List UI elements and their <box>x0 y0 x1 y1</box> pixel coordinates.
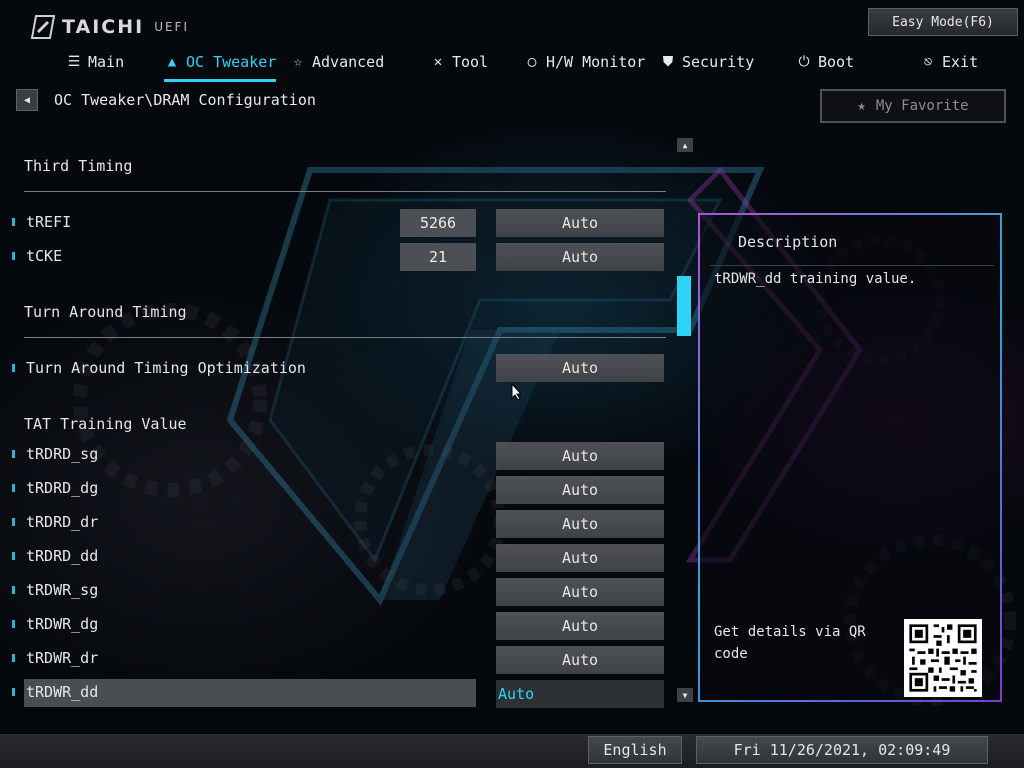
cursor-arrow-icon <box>511 382 523 401</box>
setting-label-text: tRDRD_dr <box>26 513 99 531</box>
setting-label-text: tCKE <box>26 247 63 265</box>
bullet-icon <box>12 218 15 226</box>
bullet-icon <box>12 620 15 628</box>
bullet-icon <box>12 450 15 458</box>
bullet-icon <box>12 484 15 492</box>
section-third-timing: Third Timing <box>24 157 133 175</box>
qr-caption: Get details via QR code <box>714 624 866 662</box>
bullet-icon <box>12 586 15 594</box>
setting-label-tcke: tCKE <box>10 244 62 268</box>
trdrd-dg-select[interactable]: Auto <box>496 476 664 504</box>
trdrd-dd-select[interactable]: Auto <box>496 544 664 572</box>
tab-boot[interactable]: ⏻ Boot <box>796 48 854 76</box>
setting-label-trdrd-sg: tRDRD_sg <box>10 442 98 466</box>
language-button[interactable]: English <box>588 736 682 764</box>
description-text: tRDWR_dd training value. <box>714 271 917 287</box>
section-tat-training-value: TAT Training Value <box>24 415 187 433</box>
trdwr-dg-select[interactable]: Auto <box>496 612 664 640</box>
setting-label-text: tRDRD_dd <box>26 547 99 565</box>
tab-exit-label: Exit <box>942 53 979 71</box>
trdwr-sg-select[interactable]: Auto <box>496 578 664 606</box>
setting-label-trdwr-dd: tRDWR_dd <box>10 680 98 704</box>
tab-exit[interactable]: ⎋ Exit <box>920 48 978 76</box>
my-favorite-label: My Favorite <box>875 98 969 114</box>
section-divider <box>24 337 666 338</box>
bullet-icon <box>12 518 15 526</box>
qr-code-graphic <box>904 619 982 697</box>
settings-list: Third Timing tREFI 5266 Auto tCKE 21 Aut… <box>0 0 700 730</box>
trdrd-sg-select[interactable]: Auto <box>496 442 664 470</box>
qr-code <box>904 619 982 697</box>
trdwr-dd-select[interactable]: Auto <box>496 680 664 708</box>
setting-label-text: tRDRD_dg <box>26 479 99 497</box>
description-divider <box>710 265 994 266</box>
bullet-icon <box>12 688 15 696</box>
setting-label-text: tRDRD_sg <box>26 445 99 463</box>
setting-label-trdwr-dr: tRDWR_dr <box>10 646 98 670</box>
easy-mode-button[interactable]: Easy Mode(F6) <box>868 8 1018 36</box>
description-panel: Description tRDWR_dd training value. Get… <box>698 213 1002 702</box>
arrow-up-icon: ▲ <box>682 140 688 150</box>
section-turn-around-timing: Turn Around Timing <box>24 303 187 321</box>
bullet-icon <box>12 252 15 260</box>
bullet-icon <box>12 364 15 372</box>
tat-optimization-select[interactable]: Auto <box>496 354 664 382</box>
setting-label-trdrd-dd: tRDRD_dd <box>10 544 98 568</box>
setting-label-trdwr-sg: tRDWR_sg <box>10 578 98 602</box>
trdwr-dr-select[interactable]: Auto <box>496 646 664 674</box>
scroll-up-button[interactable]: ▲ <box>677 138 693 152</box>
my-favorite-button[interactable]: ★ My Favorite <box>820 89 1006 123</box>
tcke-value-field[interactable]: 21 <box>400 243 476 271</box>
setting-label-trdwr-dg: tRDWR_dg <box>10 612 98 636</box>
setting-label-text: tRDWR_dg <box>26 615 99 633</box>
setting-label-text: tRDWR_sg <box>26 581 99 599</box>
bullet-icon <box>12 552 15 560</box>
setting-label-text: tRDWR_dd <box>26 683 99 701</box>
trefi-value-field[interactable]: 5266 <box>400 209 476 237</box>
footer-bar: English Fri 11/26/2021, 02:09:49 <box>0 734 1024 768</box>
setting-label-text: tREFI <box>26 213 72 231</box>
trdrd-dr-select[interactable]: Auto <box>496 510 664 538</box>
power-icon: ⏻ <box>798 54 810 70</box>
mouse-cursor-icon <box>511 382 523 405</box>
tab-boot-label: Boot <box>818 53 855 71</box>
bullet-icon <box>12 654 15 662</box>
setting-label-tat-optimization: Turn Around Timing Optimization <box>10 356 306 380</box>
trefi-mode-select[interactable]: Auto <box>496 209 664 237</box>
exit-icon: ⎋ <box>923 54 933 70</box>
datetime-display: Fri 11/26/2021, 02:09:49 <box>696 736 988 764</box>
setting-label-text: Turn Around Timing Optimization <box>26 359 306 377</box>
scroll-down-button[interactable]: ▼ <box>677 688 693 702</box>
description-title: Description <box>738 233 838 251</box>
setting-label-trdrd-dr: tRDRD_dr <box>10 510 98 534</box>
section-divider <box>24 191 666 192</box>
scrollbar-thumb[interactable] <box>677 276 691 336</box>
setting-label-trefi: tREFI <box>10 210 71 234</box>
setting-label-text: tRDWR_dr <box>26 649 99 667</box>
tcke-mode-select[interactable]: Auto <box>496 243 664 271</box>
setting-label-trdrd-dg: tRDRD_dg <box>10 476 98 500</box>
arrow-down-icon: ▼ <box>682 690 688 700</box>
star-icon: ★ <box>857 98 866 114</box>
